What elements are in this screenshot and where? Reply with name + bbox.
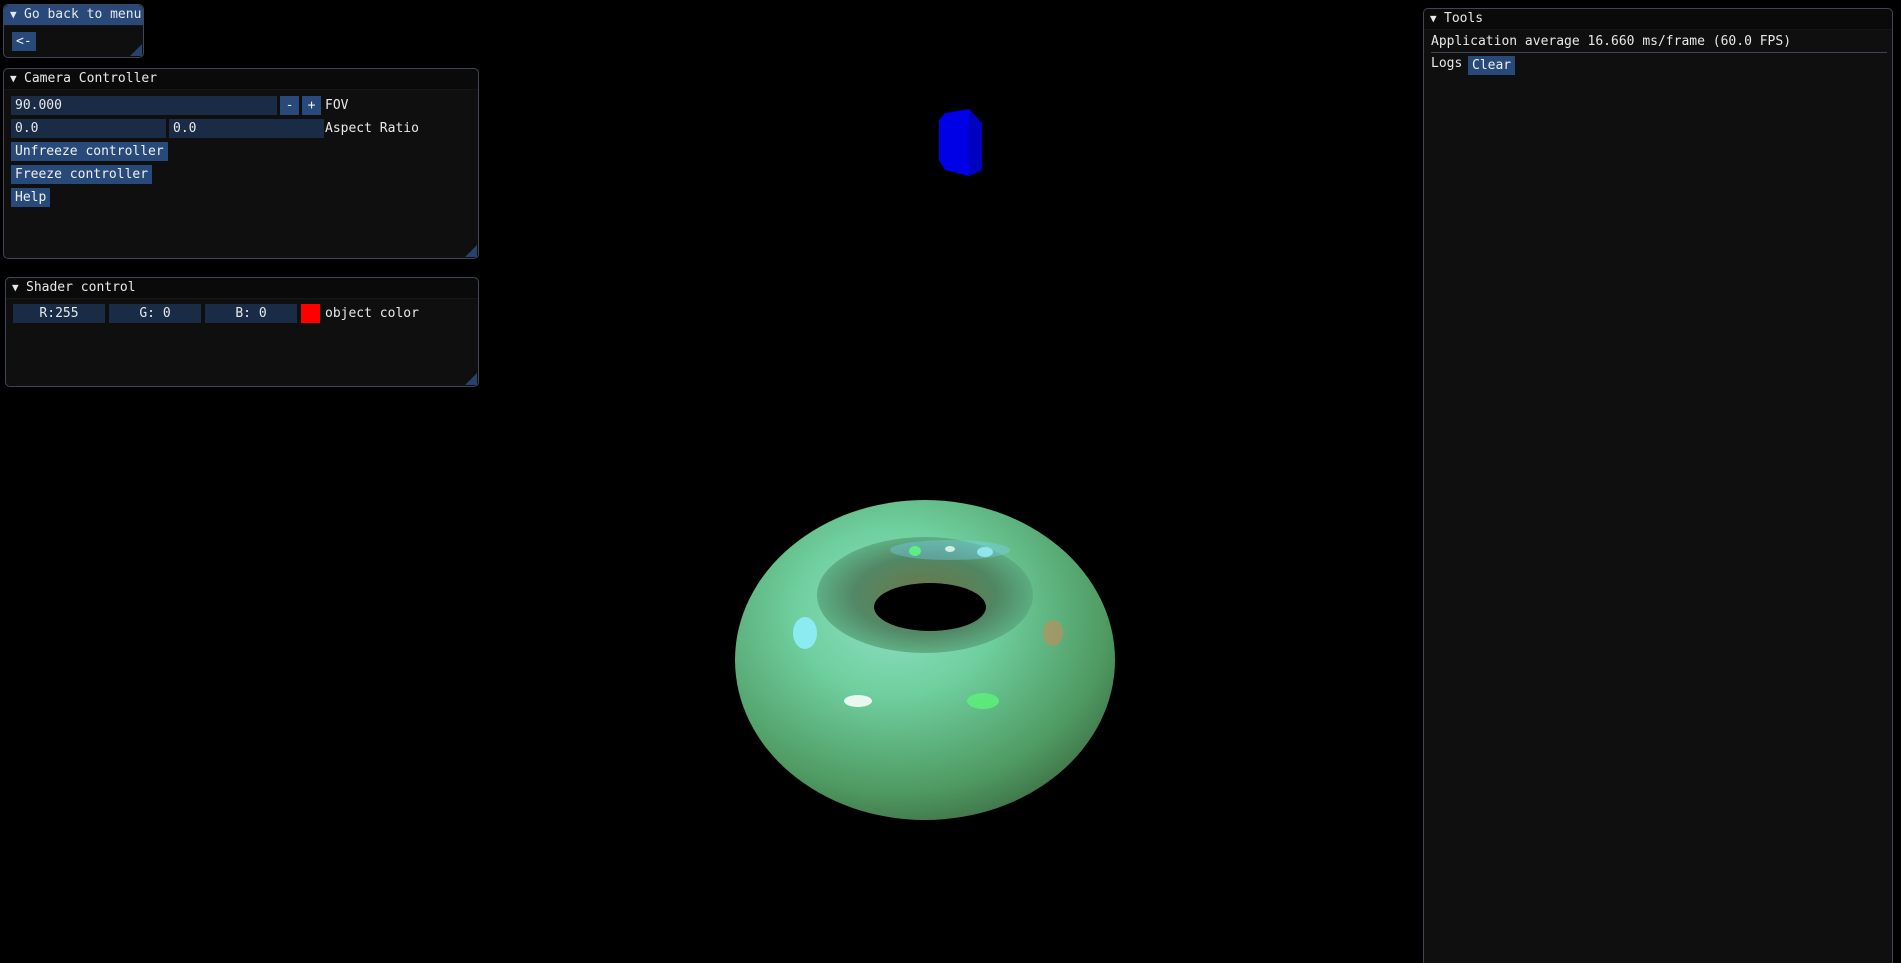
- logs-label: Logs: [1431, 56, 1463, 71]
- resize-grip-icon[interactable]: [130, 44, 142, 56]
- object-color-label: object color: [325, 306, 419, 321]
- cube-object: [939, 109, 982, 176]
- collapse-arrow-icon[interactable]: ▼: [10, 5, 20, 25]
- aspect-ratio-y-input[interactable]: 0.0: [169, 119, 324, 138]
- fov-input[interactable]: 90.000: [11, 96, 277, 115]
- color-swatch[interactable]: [301, 304, 320, 323]
- green-channel-input[interactable]: G: 0: [109, 304, 201, 323]
- divider: [1431, 52, 1887, 53]
- collapse-arrow-icon[interactable]: ▼: [10, 69, 20, 89]
- back-button[interactable]: <-: [12, 32, 36, 51]
- resize-grip-icon[interactable]: [465, 373, 477, 385]
- menu-window-title: Go back to menu: [24, 7, 142, 22]
- aspect-ratio-label: Aspect Ratio: [325, 121, 419, 136]
- camera-controller-title: Camera Controller: [24, 71, 158, 86]
- collapse-arrow-icon[interactable]: ▼: [1430, 9, 1440, 29]
- aspect-ratio-x-input[interactable]: 0.0: [11, 119, 166, 138]
- fps-readout: Application average 16.660 ms/frame (60.…: [1431, 34, 1792, 49]
- torus-object: [735, 500, 1115, 820]
- fov-decrement-button[interactable]: -: [280, 96, 299, 115]
- shader-control-title: Shader control: [26, 280, 136, 295]
- camera-controller-titlebar[interactable]: ▼ Camera Controller: [4, 69, 478, 90]
- tools-title: Tools: [1444, 11, 1484, 26]
- fov-increment-button[interactable]: +: [302, 96, 321, 115]
- clear-logs-button[interactable]: Clear: [1468, 56, 1516, 75]
- unfreeze-controller-button[interactable]: Unfreeze controller: [11, 142, 168, 161]
- shader-control-window: ▼ Shader control R:255 G: 0 B: 0 object c…: [5, 277, 479, 387]
- red-channel-input[interactable]: R:255: [13, 304, 105, 323]
- freeze-controller-button[interactable]: Freeze controller: [11, 165, 153, 184]
- fov-label: FOV: [325, 98, 349, 113]
- collapse-arrow-icon[interactable]: ▼: [12, 278, 22, 298]
- menu-window: ▼ Go back to menu <-: [3, 4, 144, 58]
- blue-channel-input[interactable]: B: 0: [205, 304, 297, 323]
- tools-window: ▼ Tools Application average 16.660 ms/fra…: [1423, 8, 1893, 963]
- menu-window-titlebar[interactable]: ▼ Go back to menu: [4, 5, 143, 26]
- shader-control-titlebar[interactable]: ▼ Shader control: [6, 278, 478, 299]
- help-button[interactable]: Help: [11, 188, 51, 207]
- resize-grip-icon[interactable]: [465, 245, 477, 257]
- tools-titlebar[interactable]: ▼ Tools: [1424, 9, 1892, 30]
- camera-controller-window: ▼ Camera Controller 90.000 - + FOV 0.0 0.…: [3, 68, 479, 259]
